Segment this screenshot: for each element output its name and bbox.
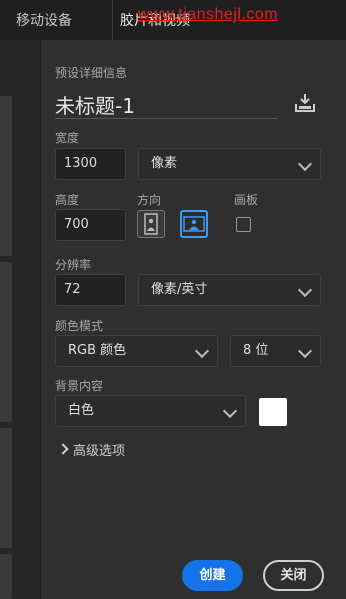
chevron-right-icon[interactable] xyxy=(57,443,69,455)
preset-card[interactable] xyxy=(0,554,12,599)
advanced-options-toggle[interactable]: 高级选项 xyxy=(73,440,125,459)
preset-card[interactable] xyxy=(0,96,12,256)
resolution-label: 分辨率 xyxy=(55,258,92,272)
color-mode-label: 颜色模式 xyxy=(55,319,104,333)
artboard-checkbox[interactable] xyxy=(236,217,251,232)
width-unit-value: 像素 xyxy=(151,156,178,171)
landscape-icon xyxy=(183,216,205,232)
background-label: 背景内容 xyxy=(55,379,104,393)
chevron-down-icon xyxy=(297,282,313,298)
width-input[interactable]: 1300 xyxy=(55,148,126,180)
orientation-landscape-button[interactable] xyxy=(180,210,208,238)
resolution-unit-value: 像素/英寸 xyxy=(151,282,208,297)
bit-depth-select[interactable]: 8 位 xyxy=(230,335,321,367)
preset-list-strip xyxy=(0,40,41,599)
background-select[interactable]: 白色 xyxy=(55,395,246,427)
background-value: 白色 xyxy=(68,403,95,418)
tab-divider xyxy=(112,0,113,40)
orientation-portrait-button[interactable] xyxy=(137,210,165,238)
color-mode-value: RGB 颜色 xyxy=(68,343,127,358)
width-unit-select[interactable]: 像素 xyxy=(138,148,321,180)
color-mode-select[interactable]: RGB 颜色 xyxy=(55,335,218,367)
preset-card[interactable] xyxy=(0,262,12,422)
resolution-input[interactable]: 72 xyxy=(55,274,126,306)
tab-bar: 移动设备 胶片和视频 www.tianshejl.com xyxy=(0,0,346,40)
portrait-icon xyxy=(144,213,158,235)
chevron-down-icon xyxy=(297,343,313,359)
section-title: 预设详细信息 xyxy=(55,66,128,80)
save-preset-icon[interactable] xyxy=(293,92,317,114)
close-button[interactable]: 关闭 xyxy=(263,560,324,591)
width-label: 宽度 xyxy=(55,131,80,145)
orientation-label: 方向 xyxy=(137,193,162,207)
preset-card[interactable] xyxy=(0,428,12,548)
chevron-down-icon xyxy=(222,403,238,419)
resolution-unit-select[interactable]: 像素/英寸 xyxy=(138,274,321,306)
chevron-down-icon xyxy=(297,156,313,172)
background-color-swatch[interactable] xyxy=(259,398,287,426)
chevron-down-icon xyxy=(194,343,210,359)
watermark-text: www.tianshejl.com xyxy=(138,6,279,23)
create-button[interactable]: 创建 xyxy=(182,560,243,591)
tab-mobile-devices[interactable]: 移动设备 xyxy=(16,10,72,30)
document-title-input[interactable]: 未标题-1 xyxy=(55,90,278,119)
height-input[interactable]: 700 xyxy=(55,209,126,241)
artboard-label: 画板 xyxy=(234,193,259,207)
height-label: 高度 xyxy=(55,193,80,207)
bit-depth-value: 8 位 xyxy=(243,343,269,358)
preset-details-panel: 预设详细信息 未标题-1 宽度 1300 像素 高度 700 方向 画板 分辨率… xyxy=(41,40,346,599)
